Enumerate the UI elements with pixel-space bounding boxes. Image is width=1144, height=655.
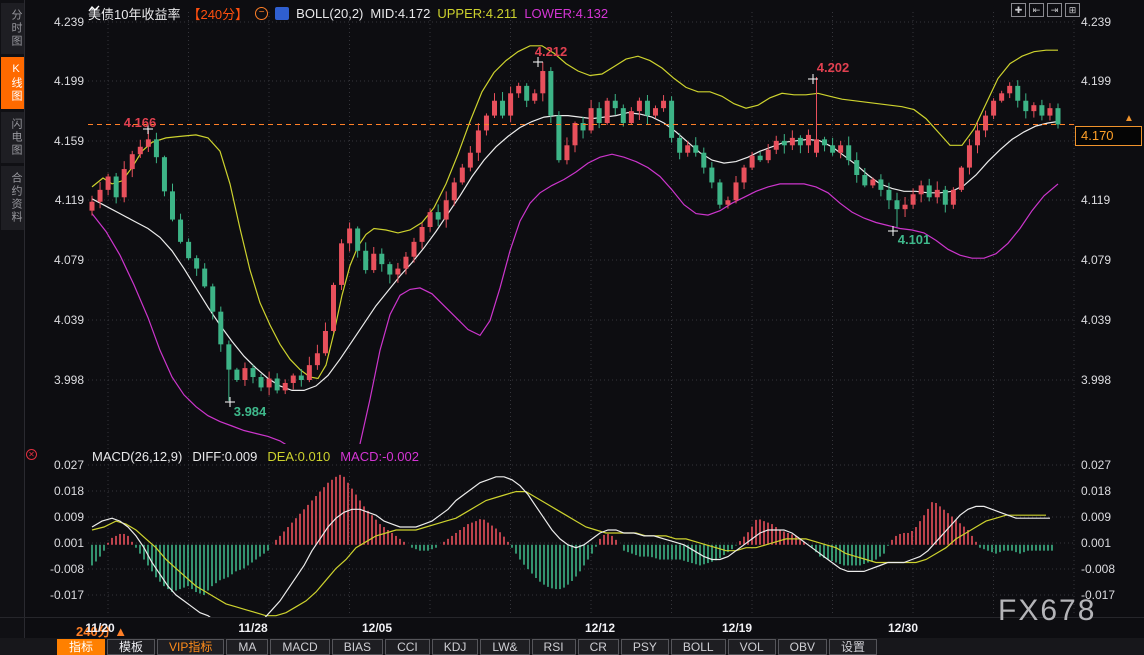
macd-macd-value: MACD:-0.002 (340, 449, 419, 464)
date-label: 12/05 (362, 621, 392, 635)
price-tick-right: 4.039 (1081, 313, 1111, 327)
chart-header: 美债10年收益率 【240分】 − BOLL(20,2) MID:4.172 U… (88, 4, 608, 22)
tab-VIP指标[interactable]: VIP指标 (157, 639, 224, 655)
tab-MACD[interactable]: MACD (270, 639, 329, 655)
tab-KDJ[interactable]: KDJ (432, 639, 479, 655)
tab-CCI[interactable]: CCI (385, 639, 430, 655)
price-extreme-annotation: 4.101 (898, 232, 931, 247)
price-tick-right: 3.998 (1081, 373, 1111, 387)
current-price-box: 4.170 (1075, 126, 1142, 146)
tab-指标[interactable]: 指标 (57, 639, 105, 655)
date-label: 11/28 (238, 621, 267, 635)
sidebar-item-tab[interactable]: 分时图 (1, 3, 24, 54)
chart-app: 分时图 K线图闪电图合约资料 美债10年收益率 【240分】 − BOLL(20,… (0, 0, 1144, 655)
tab-VOL[interactable]: VOL (728, 639, 776, 655)
price-marker-arrow: ▲ (1124, 113, 1134, 124)
macd-tick-left: 0.027 (32, 458, 84, 472)
date-label: 12/30 (888, 621, 918, 635)
price-tick-right: 4.079 (1081, 253, 1111, 267)
fx678-watermark: FX678 (998, 594, 1096, 628)
tab-CR[interactable]: CR (578, 639, 619, 655)
date-label: 12/19 (722, 621, 752, 635)
x-axis-scale-icon[interactable]: ⇤ (1029, 3, 1044, 17)
tab-RSI[interactable]: RSI (532, 639, 576, 655)
tab-PSY[interactable]: PSY (621, 639, 669, 655)
macd-diff-value: DIFF:0.009 (192, 449, 257, 464)
sidebar-item-tab[interactable]: 闪电图 (1, 112, 24, 163)
sidebar-item-selected[interactable]: K线图 (1, 57, 24, 109)
price-tick-right: 4.199 (1081, 74, 1111, 88)
sidebar: 分时图 K线图闪电图合约资料 (0, 0, 25, 655)
tab-模板[interactable]: 模板 (107, 639, 155, 655)
macd-tick-left: -0.008 (32, 562, 84, 576)
price-extreme-annotation: 4.212 (535, 44, 568, 59)
tab-BOLL[interactable]: BOLL (671, 639, 726, 655)
period-badge: 【240分】 (187, 4, 248, 23)
window-controls: ✚⇤⇥⊞ (1011, 3, 1080, 17)
chart-canvas[interactable] (0, 0, 1144, 655)
price-tick-left: 4.159 (32, 134, 84, 148)
price-extreme-annotation: 4.202 (817, 60, 850, 75)
collapse-pane-icon[interactable]: − (255, 7, 268, 20)
tab-设置[interactable]: 设置 (829, 639, 877, 655)
price-tick-left: 4.079 (32, 253, 84, 267)
price-extreme-annotation: 4.166 (124, 115, 157, 130)
boll-lower-value: LOWER:4.132 (524, 6, 608, 21)
macd-tick-left: 0.018 (32, 484, 84, 498)
macd-tick-left: 0.001 (32, 536, 84, 550)
price-tick-left: 3.998 (32, 373, 84, 387)
tab-BIAS[interactable]: BIAS (332, 639, 383, 655)
macd-tick-right: 0.018 (1081, 484, 1111, 498)
macd-dea-value: DEA:0.010 (267, 449, 330, 464)
tab-LW&[interactable]: LW& (480, 639, 529, 655)
macd-params-label: MACD(26,12,9) (92, 449, 182, 464)
price-tick-left: 4.119 (32, 193, 84, 207)
boll-label: BOLL(20,2) (296, 6, 363, 21)
price-tick-right: 4.119 (1081, 193, 1110, 207)
indicator-toolbar: 指标模板VIP指标MAMACDBIASCCIKDJLW&RSICRPSYBOLL… (0, 638, 1144, 655)
macd-header: MACD(26,12,9) DIFF:0.009 DEA:0.010 MACD:… (92, 448, 419, 464)
time-axis: 240分 ▲ 11/2011/2812/0512/1212/1912/30 (0, 617, 1144, 638)
tab-OBV[interactable]: OBV (778, 639, 827, 655)
price-tick-right: 4.239 (1081, 15, 1111, 29)
price-extreme-annotation: 3.984 (234, 404, 267, 419)
y-axis-scale-icon[interactable]: ⇥ (1047, 3, 1062, 17)
expand-pane-icon[interactable]: ⊞ (1065, 3, 1080, 17)
macd-tick-left: 0.009 (32, 510, 84, 524)
date-label: 11/20 (85, 621, 114, 635)
boll-mid-value: MID:4.172 (370, 6, 430, 21)
boll-indicator-icon[interactable] (275, 7, 289, 20)
macd-tick-right: 0.027 (1081, 458, 1111, 472)
macd-tick-right: -0.008 (1081, 562, 1115, 576)
date-label: 12/12 (585, 621, 615, 635)
macd-tick-right: 0.009 (1081, 510, 1111, 524)
macd-tick-left: -0.017 (32, 588, 84, 602)
tab-MA[interactable]: MA (226, 639, 268, 655)
pan-icon[interactable]: ✚ (1011, 3, 1026, 17)
macd-tick-right: 0.001 (1081, 536, 1111, 550)
instrument-title: 美债10年收益率 (88, 4, 180, 23)
price-tick-left: 4.199 (32, 74, 84, 88)
price-tick-left: 4.239 (32, 15, 84, 29)
sidebar-item-tab[interactable]: 合约资料 (1, 166, 24, 230)
boll-upper-value: UPPER:4.211 (437, 6, 517, 21)
price-tick-left: 4.039 (32, 313, 84, 327)
